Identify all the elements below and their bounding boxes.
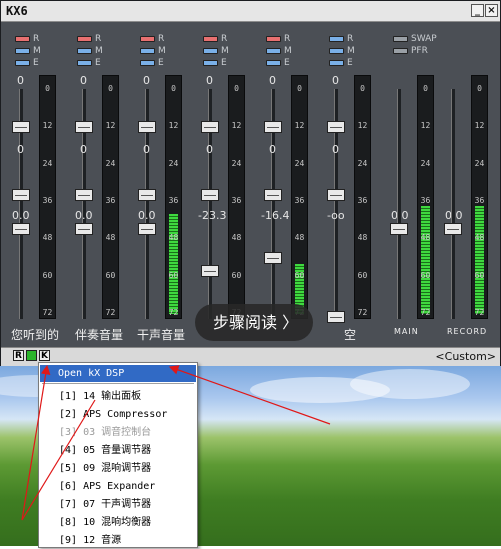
arrow-from-left — [21, 364, 51, 521]
arrow-from-left-2 — [21, 399, 96, 521]
annotation-arrows — [21, 364, 331, 521]
arrow-to-menu — [168, 365, 331, 425]
